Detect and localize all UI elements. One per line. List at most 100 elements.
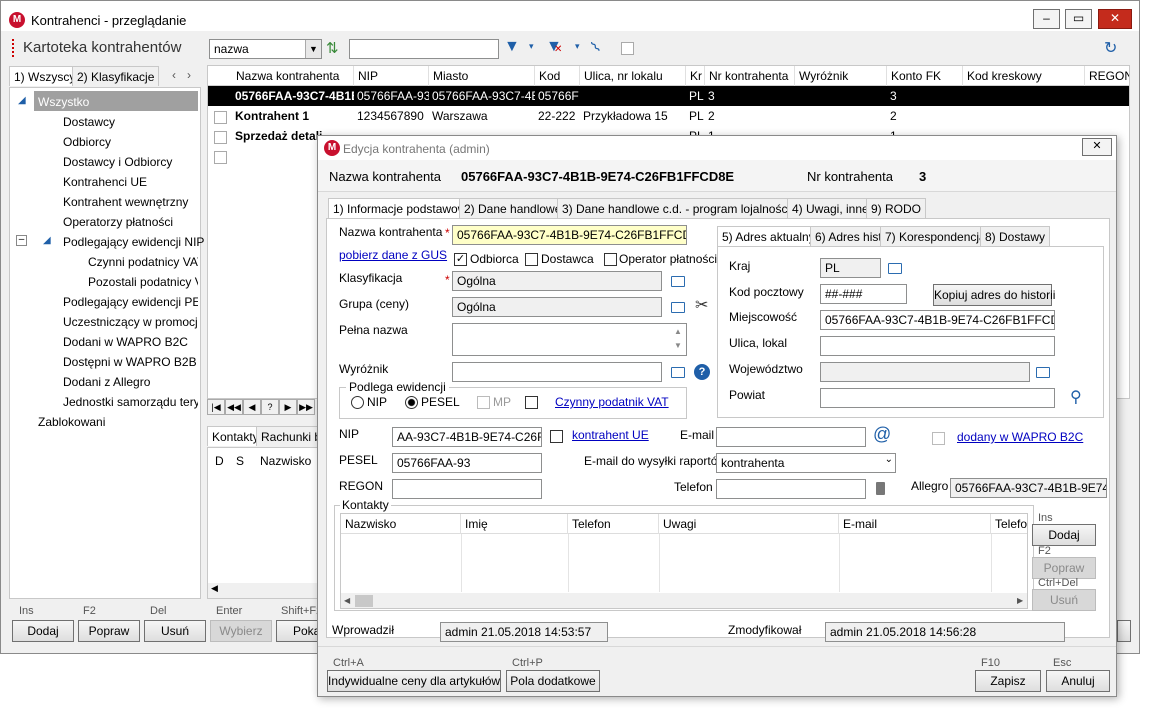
search-field-select[interactable]: nazwa ▼ (209, 39, 322, 59)
chevron-down-icon[interactable]: ▼ (305, 40, 321, 58)
scroll-left-icon[interactable]: ◀ (344, 596, 350, 605)
nip-radio[interactable] (351, 396, 364, 409)
table-row[interactable]: Kontrahent 1 1234567890 Warszawa 22-222 … (208, 106, 1129, 126)
ue-checkbox[interactable] (550, 430, 563, 443)
tab-wszyscy[interactable]: 1) Wszyscy (9, 66, 81, 86)
tree-item-jst[interactable]: Jednostki samorządu terytorialnego (63, 395, 198, 409)
col-uwagi[interactable]: Uwagi (659, 514, 839, 534)
dialog-close-icon[interactable]: ✕ (1082, 138, 1112, 156)
tab-klasyfikacje[interactable]: 2) Klasyfikacje (72, 66, 160, 86)
powiat-input[interactable] (820, 388, 1055, 408)
close-icon[interactable]: ✕ (1098, 9, 1132, 29)
tab-dostawy[interactable]: 8) Dostawy (980, 226, 1051, 246)
tree-item-ewidencja-nip[interactable]: Podlegający ewidencji NIP (63, 235, 204, 249)
tab-uwagi[interactable]: 4) Uwagi, inne (787, 198, 874, 218)
col-nr[interactable]: Nr kontrahenta (705, 66, 795, 86)
folder-icon[interactable] (888, 263, 902, 274)
scroll-thumb[interactable] (355, 595, 373, 607)
allegro-input[interactable]: 05766FAA-93C7-4B1B-9E74-C (950, 478, 1107, 498)
tree-item-pozostali-vat[interactable]: Pozostali podatnicy VAT (88, 275, 198, 289)
tab-lojalnosc[interactable]: 3) Dane handlowe c.d. - program lojalnoś… (557, 198, 817, 218)
select-button[interactable]: Wybierz (210, 620, 272, 642)
tree-item-operatorzy[interactable]: Operatorzy płatności (63, 215, 173, 229)
maximize-icon[interactable]: ▭ (1065, 9, 1092, 29)
kraj-input[interactable]: PL (820, 258, 881, 278)
cancel-button[interactable]: Anuluj (1046, 670, 1110, 692)
horizontal-scrollbar[interactable]: ◀ ▶ (341, 593, 1027, 608)
search-input[interactable] (349, 39, 499, 59)
add-button[interactable]: Dodaj (12, 620, 74, 642)
folder-icon[interactable] (671, 276, 685, 287)
vat-checkbox[interactable] (525, 396, 538, 409)
grupa-input[interactable]: Ogólna (452, 297, 662, 317)
tree-expand-icon[interactable]: ◢ (18, 95, 26, 106)
odbiorca-checkbox[interactable]: ✓ (454, 253, 467, 266)
tab-korespondencja[interactable]: 7) Korespondencja (880, 226, 991, 246)
tree-collapse-icon[interactable]: – (16, 235, 27, 246)
col-miasto[interactable]: Miasto (429, 66, 535, 86)
tab-adres-hist[interactable]: 6) Adres hist. (810, 226, 891, 246)
nav-prev-page-icon[interactable]: ◀◀ (225, 399, 243, 415)
tab-adres-aktualny[interactable]: 5) Adres aktualny (717, 226, 820, 246)
delete-button[interactable]: Usuń (144, 620, 206, 642)
clear-filter-icon[interactable]: ▼ ✕ (546, 38, 562, 56)
edit-button[interactable]: Popraw (78, 620, 140, 642)
col-email[interactable]: E-mail (839, 514, 991, 534)
col-telefon[interactable]: Telefon (568, 514, 659, 534)
filter-icon[interactable]: ▼ (504, 38, 520, 56)
col-imie[interactable]: Imię (461, 514, 568, 534)
col-nazwisko[interactable]: Nazwisko (341, 514, 461, 534)
nav-next-page-icon[interactable]: ▶▶ (297, 399, 315, 415)
save-button[interactable]: Zapisz (975, 670, 1041, 692)
tree-item-dostawcy-i-odbiorcy[interactable]: Dostawcy i Odbiorcy (63, 155, 172, 169)
gus-link[interactable]: pobierz dane z GUS (339, 248, 447, 262)
kontakt-edit-button[interactable]: Popraw (1032, 557, 1096, 579)
col-kraj[interactable]: Kr (686, 66, 705, 86)
operator-checkbox[interactable] (604, 253, 617, 266)
clear-filter-dropdown-icon[interactable]: ▾ (575, 41, 580, 52)
col-nip[interactable]: NIP (354, 66, 429, 86)
tree-item-ewidencja-pesel[interactable]: Podlegający ewidencji PESEL (63, 295, 198, 309)
b2c-checkbox[interactable] (932, 432, 945, 445)
col-regon[interactable]: REGON (1085, 66, 1129, 86)
pelna-nazwa-input[interactable] (452, 323, 687, 356)
email-input[interactable] (716, 427, 866, 447)
pesel-radio[interactable] (405, 396, 418, 409)
nip-input[interactable]: AA-93C7-4B1B-9E74-C26FB1 (392, 427, 542, 447)
col-kod[interactable]: Kod (535, 66, 580, 86)
tree-item-odbiorcy[interactable]: Odbiorcy (63, 135, 111, 149)
tree-item-czynni-vat[interactable]: Czynni podatnicy VAT (88, 255, 198, 269)
indywidualne-ceny-button[interactable]: Indywidualne ceny dla artykułów (327, 670, 501, 692)
row-checkbox[interactable] (214, 151, 227, 164)
chevron-down-icon[interactable]: ⌄ (885, 454, 893, 465)
nav-next-icon[interactable]: ▶ (279, 399, 297, 415)
tab-rodo[interactable]: 9) RODO (866, 198, 927, 218)
col-wyroznik[interactable]: Wyróżnik (795, 66, 887, 86)
tree-item-b2c[interactable]: Dodani w WAPRO B2C (63, 335, 188, 349)
nav-first-icon[interactable]: |◀ (207, 399, 225, 415)
tree-item-wszystko[interactable]: Wszystko (38, 95, 89, 109)
tree-item-b2b[interactable]: Dostępni w WAPRO B2B (63, 355, 197, 369)
tab-scroll-right-icon[interactable]: › (187, 68, 191, 82)
tab-informacje[interactable]: 1) Informacje podstawowe (328, 198, 479, 219)
tree-item-kontrahenci-ue[interactable]: Kontrahenci UE (63, 175, 147, 189)
scissors-icon[interactable]: ✂ (695, 295, 708, 315)
dostawca-checkbox[interactable] (525, 253, 538, 266)
col-kod-kreskowy[interactable]: Kod kreskowy (963, 66, 1085, 86)
kontakt-add-button[interactable]: Dodaj (1032, 524, 1096, 546)
raport-select[interactable]: kontrahenta ⌄ (716, 453, 896, 473)
sort-arrows-icon[interactable]: ⇅ (326, 39, 339, 57)
kod-input[interactable]: ##-### (820, 284, 907, 304)
show-button[interactable]: Pokaż (276, 620, 320, 642)
tree-item-zablokowani[interactable]: Zablokowani (38, 415, 105, 429)
mp-checkbox[interactable] (477, 396, 490, 409)
attachment-icon[interactable]: ⌇ (587, 38, 605, 57)
wyroznik-input[interactable] (452, 362, 662, 382)
kontakt-delete-button[interactable]: Usuń (1032, 589, 1096, 611)
tab-rachunki[interactable]: Rachunki bankowe (256, 426, 318, 446)
folder-icon[interactable] (671, 302, 685, 313)
klasyfikacja-input[interactable]: Ogólna (452, 271, 662, 291)
textarea-scroll-icon[interactable]: ▲ ▼ (674, 325, 682, 353)
tree-item-kontrahent-wewnetrzny[interactable]: Kontrahent wewnętrzny (63, 195, 188, 209)
scroll-left-icon[interactable]: ◀ (208, 583, 326, 598)
